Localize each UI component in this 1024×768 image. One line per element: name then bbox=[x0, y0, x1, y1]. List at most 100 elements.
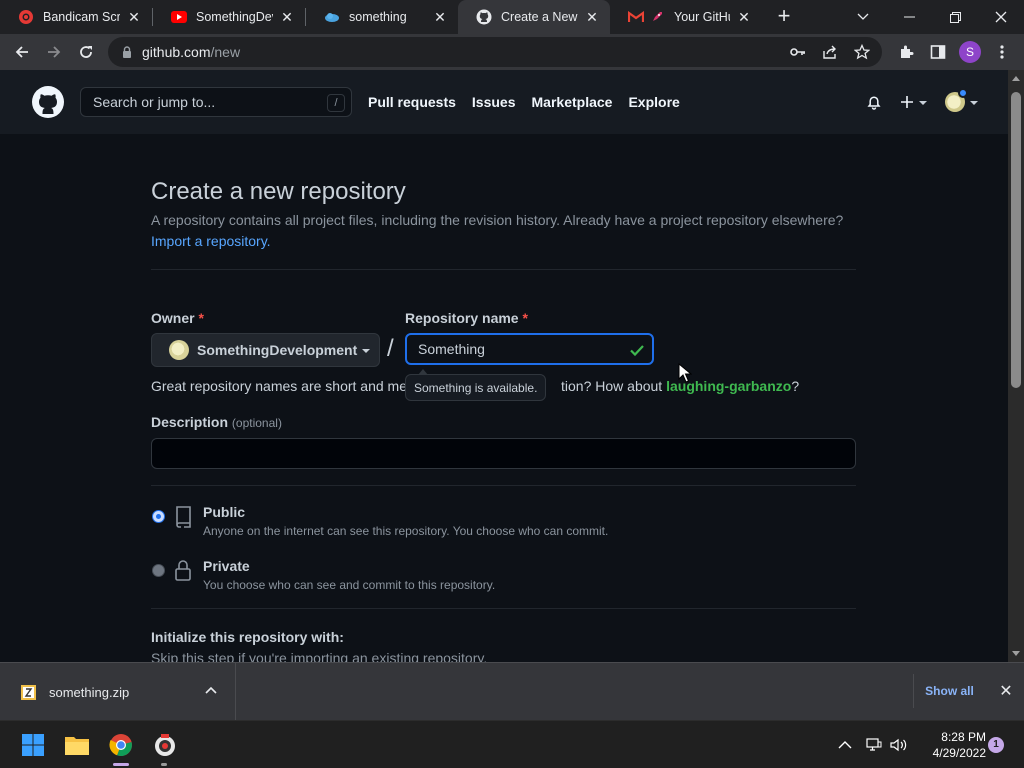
share-icon bbox=[823, 45, 836, 59]
download-filename: something.zip bbox=[49, 684, 130, 700]
owner-label: Owner * bbox=[151, 310, 204, 326]
private-radio[interactable] bbox=[152, 564, 165, 577]
lock-icon bbox=[123, 46, 131, 58]
nav-marketplace[interactable]: Marketplace bbox=[532, 94, 613, 110]
chrome-taskbar-button[interactable] bbox=[107, 731, 135, 759]
visibility-public[interactable]: Public Anyone on the internet can see th… bbox=[151, 504, 856, 544]
scroll-down-icon[interactable] bbox=[1012, 651, 1020, 656]
github-header: Search or jump to... / Pull requests Iss… bbox=[0, 70, 1008, 134]
windows-taskbar: 8:28 PM 4/29/2022 1 bbox=[0, 720, 1024, 768]
tab-your-github[interactable]: Your GitHub ✕ bbox=[610, 0, 762, 34]
search-input[interactable]: Search or jump to... / bbox=[80, 87, 352, 117]
tab-create-repo[interactable]: Create a New Re ✕ bbox=[458, 0, 610, 34]
caret-down-icon bbox=[362, 349, 371, 353]
extensions-button[interactable] bbox=[890, 36, 922, 68]
close-icon bbox=[995, 11, 1007, 23]
reload-button[interactable] bbox=[70, 36, 102, 68]
public-radio[interactable] bbox=[152, 510, 165, 523]
more-vertical-icon bbox=[1000, 45, 1004, 59]
nav-issues[interactable]: Issues bbox=[472, 94, 516, 110]
tab-something[interactable]: something ✕ bbox=[306, 0, 458, 34]
repo-name-label: Repository name * bbox=[405, 310, 528, 326]
lock-icon bbox=[175, 560, 191, 581]
notification-dot bbox=[958, 88, 968, 98]
repository-name-input[interactable]: Something bbox=[405, 333, 654, 365]
visibility-title: Private bbox=[203, 558, 250, 574]
window-close-button[interactable] bbox=[978, 0, 1024, 34]
nav-explore[interactable]: Explore bbox=[628, 94, 679, 110]
star-icon bbox=[854, 44, 870, 60]
tab-search-button[interactable] bbox=[840, 0, 886, 34]
file-explorer-button[interactable] bbox=[63, 731, 91, 759]
minimize-button[interactable] bbox=[886, 0, 932, 34]
download-item[interactable]: something.zip bbox=[0, 663, 236, 721]
restore-button[interactable] bbox=[932, 0, 978, 34]
create-new-button[interactable] bbox=[900, 95, 927, 109]
description-label: Description (optional) bbox=[151, 414, 282, 430]
check-icon bbox=[630, 345, 644, 357]
github-nav: Pull requests Issues Marketplace Explore bbox=[368, 70, 680, 134]
url-text: github.com/new bbox=[142, 44, 240, 60]
import-repository-link[interactable]: Import a repository. bbox=[151, 233, 271, 249]
owner-avatar bbox=[169, 340, 189, 360]
omnibox-actions bbox=[782, 37, 878, 67]
divider bbox=[151, 485, 856, 486]
arrow-right-icon bbox=[48, 46, 61, 58]
side-panel-icon bbox=[930, 45, 946, 59]
side-panel-button[interactable] bbox=[922, 36, 954, 68]
chevron-up-icon[interactable] bbox=[205, 686, 217, 694]
tab-bandicam[interactable]: Bandicam Screen ✕ bbox=[0, 0, 152, 34]
bandicam-icon bbox=[155, 734, 175, 756]
tab-youtube[interactable]: SomethingDev ✕ bbox=[153, 0, 305, 34]
divider bbox=[151, 269, 856, 270]
volume-icon[interactable] bbox=[890, 738, 908, 752]
start-button[interactable] bbox=[19, 731, 47, 759]
visibility-private[interactable]: Private You choose who can see and commi… bbox=[151, 558, 856, 598]
youtube-icon bbox=[171, 9, 187, 25]
password-key-button[interactable] bbox=[782, 36, 814, 68]
user-menu-button[interactable] bbox=[945, 88, 978, 112]
nav-pull-requests[interactable]: Pull requests bbox=[368, 94, 456, 110]
repo-icon bbox=[176, 506, 191, 528]
owner-select[interactable]: SomethingDevelopment bbox=[151, 333, 380, 367]
clock-time: 8:28 PM bbox=[941, 730, 986, 744]
close-icon[interactable]: ✕ bbox=[736, 9, 752, 25]
address-bar[interactable]: github.com/new bbox=[108, 37, 882, 67]
owner-repo-separator: / bbox=[387, 335, 394, 362]
profile-button[interactable]: S bbox=[954, 36, 986, 68]
visibility-description: Anyone on the internet can see this repo… bbox=[203, 524, 609, 538]
description-input[interactable] bbox=[151, 438, 856, 469]
close-icon[interactable]: ✕ bbox=[279, 9, 295, 25]
scroll-up-icon[interactable] bbox=[1012, 76, 1020, 81]
divider bbox=[151, 608, 856, 609]
close-download-bar-button[interactable]: ✕ bbox=[994, 680, 1018, 704]
tab-title: something bbox=[349, 10, 407, 24]
forward-button[interactable] bbox=[38, 36, 70, 68]
back-button[interactable] bbox=[6, 36, 38, 68]
taskbar-clock[interactable]: 8:28 PM 4/29/2022 bbox=[912, 729, 986, 761]
chevron-up-icon[interactable] bbox=[838, 740, 852, 750]
bandicam-taskbar-button[interactable] bbox=[151, 731, 179, 759]
show-all-button[interactable]: Show all bbox=[913, 674, 985, 708]
page-lead: A repository contains all project files,… bbox=[151, 212, 844, 228]
network-icon[interactable] bbox=[866, 738, 882, 752]
bell-icon[interactable] bbox=[866, 94, 882, 110]
notification-badge[interactable]: 1 bbox=[988, 737, 1004, 753]
reload-icon bbox=[80, 46, 92, 58]
scrollbar-thumb[interactable] bbox=[1011, 92, 1021, 388]
key-icon bbox=[790, 48, 805, 56]
github-logo-icon[interactable] bbox=[32, 86, 64, 118]
close-icon[interactable]: ✕ bbox=[432, 9, 448, 25]
bookmark-button[interactable] bbox=[846, 36, 878, 68]
cloud-icon bbox=[324, 9, 340, 25]
close-icon[interactable]: ✕ bbox=[584, 9, 600, 25]
new-tab-button[interactable]: + bbox=[770, 2, 798, 30]
init-section-subtitle: Skip this step if you're importing an ex… bbox=[151, 650, 488, 662]
close-icon[interactable]: ✕ bbox=[126, 9, 142, 25]
tab-title: Your GitHub bbox=[674, 10, 730, 24]
chrome-menu-button[interactable] bbox=[986, 36, 1018, 68]
page-scrollbar[interactable] bbox=[1008, 70, 1024, 662]
caret-down-icon bbox=[919, 101, 927, 105]
share-button[interactable] bbox=[814, 36, 846, 68]
arrow-left-icon bbox=[15, 46, 28, 58]
